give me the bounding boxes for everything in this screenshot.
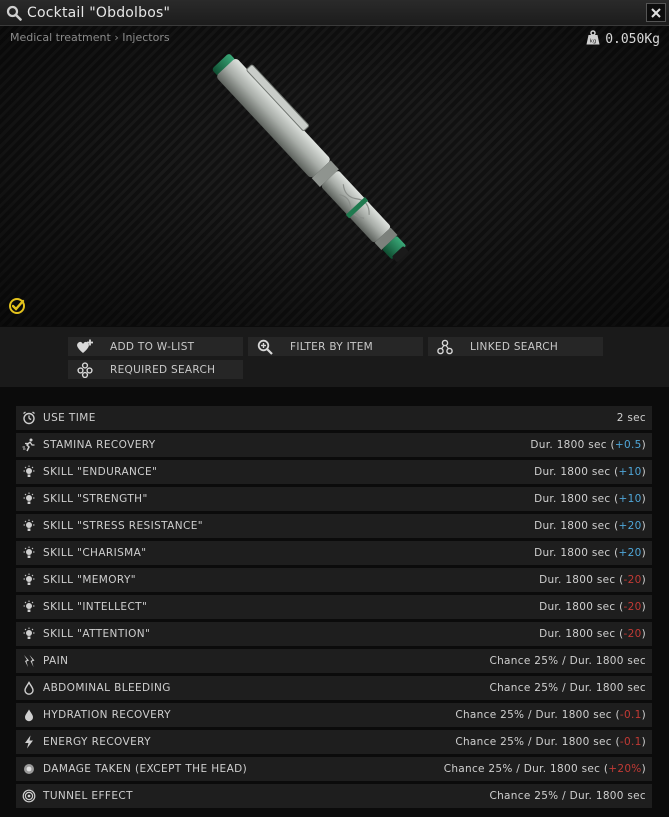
stat-name: SKILL "INTELLECT" xyxy=(43,601,148,613)
stat-name: STAMINA RECOVERY xyxy=(43,439,156,451)
linked-search-button[interactable]: LINKED SEARCH xyxy=(428,337,603,356)
required-search-label: REQUIRED SEARCH xyxy=(110,363,216,376)
filter-by-item-button[interactable]: FILTER BY ITEM xyxy=(248,337,423,356)
add-to-wishlist-label: ADD TO W-LIST xyxy=(110,340,195,353)
stat-value: 2 sec xyxy=(616,412,646,424)
stat-row-pain: PAIN Chance 25% / Dur. 1800 sec xyxy=(16,649,652,673)
stat-name: TUNNEL EFFECT xyxy=(43,790,133,802)
lightning-icon xyxy=(16,735,42,749)
skill-bulb-icon xyxy=(16,573,42,587)
stat-value: Chance 25% / Dur. 1800 sec (-0.1) xyxy=(455,736,646,748)
stat-row-skill-attention: SKILL "ATTENTION" Dur. 1800 sec (-20) xyxy=(16,622,652,646)
stat-name: SKILL "STRESS RESISTANCE" xyxy=(43,520,203,532)
stat-name: ENERGY RECOVERY xyxy=(43,736,151,748)
running-icon xyxy=(16,438,42,452)
tunnel-effect-icon xyxy=(16,789,42,803)
pain-icon xyxy=(16,654,42,668)
add-to-wishlist-button[interactable]: ADD TO W-LIST xyxy=(68,337,243,356)
action-bar: ADD TO W-LIST FILTER BY ITEM LINKED SEAR… xyxy=(0,327,669,387)
stat-name: ABDOMINAL BLEEDING xyxy=(43,682,171,694)
required-search-icon xyxy=(68,361,102,378)
stat-value: Dur. 1800 sec (-20) xyxy=(539,628,646,640)
clock-icon xyxy=(16,411,42,425)
skill-bulb-icon xyxy=(16,600,42,614)
item-preview: Medical treatment › Injectors kg 0.050Kg xyxy=(0,26,669,326)
linked-search-icon xyxy=(428,339,462,355)
stat-value: Chance 25% / Dur. 1800 sec (-0.1) xyxy=(455,709,646,721)
stat-value: Dur. 1800 sec (+20) xyxy=(534,520,646,532)
close-button[interactable] xyxy=(646,3,666,22)
stat-value: Dur. 1800 sec (-20) xyxy=(539,574,646,586)
close-icon xyxy=(651,3,661,22)
required-search-button[interactable]: REQUIRED SEARCH xyxy=(68,360,243,379)
blood-drop-icon xyxy=(16,681,42,695)
skill-bulb-icon xyxy=(16,465,42,479)
linked-search-label: LINKED SEARCH xyxy=(470,340,559,353)
examined-check-icon xyxy=(8,297,26,319)
svg-text:kg: kg xyxy=(590,39,597,45)
damage-icon xyxy=(16,762,42,776)
stat-name: SKILL "CHARISMA" xyxy=(43,547,147,559)
window-title: Cocktail "Obdolbos" xyxy=(27,4,171,21)
stat-name: HYDRATION RECOVERY xyxy=(43,709,171,721)
stat-row-tunnel-effect: TUNNEL EFFECT Chance 25% / Dur. 1800 sec xyxy=(16,784,652,808)
stat-name: SKILL "STRENGTH" xyxy=(43,493,148,505)
stat-row-abdominal-bleeding: ABDOMINAL BLEEDING Chance 25% / Dur. 180… xyxy=(16,676,652,700)
stat-row-use-time: USE TIME 2 sec xyxy=(16,406,652,430)
stat-name: DAMAGE TAKEN (EXCEPT THE HEAD) xyxy=(43,763,248,775)
stat-value: Dur. 1800 sec (+10) xyxy=(534,466,646,478)
filter-by-item-label: FILTER BY ITEM xyxy=(290,340,374,353)
stat-row-hydration-recovery: HYDRATION RECOVERY Chance 25% / Dur. 180… xyxy=(16,703,652,727)
stat-value: Chance 25% / Dur. 1800 sec xyxy=(489,790,646,802)
breadcrumb: Medical treatment › Injectors xyxy=(10,31,170,44)
weight-value: 0.050Kg xyxy=(605,32,660,47)
stat-value: Dur. 1800 sec (+20) xyxy=(534,547,646,559)
stat-value: Chance 25% / Dur. 1800 sec xyxy=(489,682,646,694)
skill-bulb-icon xyxy=(16,519,42,533)
stat-value: Dur. 1800 sec (-20) xyxy=(539,601,646,613)
stat-value: Chance 25% / Dur. 1800 sec xyxy=(489,655,646,667)
stat-row-skill-memory: SKILL "MEMORY" Dur. 1800 sec (-20) xyxy=(16,568,652,592)
stat-row-stamina-recovery: STAMINA RECOVERY Dur. 1800 sec (+0.5) xyxy=(16,433,652,457)
stat-row-skill-stress-resistance: SKILL "STRESS RESISTANCE" Dur. 1800 sec … xyxy=(16,514,652,538)
stat-value: Chance 25% / Dur. 1800 sec (+20%) xyxy=(443,763,646,775)
wishlist-add-icon xyxy=(68,339,102,355)
stat-row-skill-strength: SKILL "STRENGTH" Dur. 1800 sec (+10) xyxy=(16,487,652,511)
stat-value: Dur. 1800 sec (+10) xyxy=(534,493,646,505)
injector-image xyxy=(212,54,409,262)
skill-bulb-icon xyxy=(16,627,42,641)
stat-name: SKILL "MEMORY" xyxy=(43,574,136,586)
filter-search-icon xyxy=(248,339,282,355)
stat-row-skill-intellect: SKILL "INTELLECT" Dur. 1800 sec (-20) xyxy=(16,595,652,619)
item-weight: kg 0.050Kg xyxy=(586,30,660,49)
stat-name: PAIN xyxy=(43,655,69,667)
stat-row-energy-recovery: ENERGY RECOVERY Chance 25% / Dur. 1800 s… xyxy=(16,730,652,754)
stat-name: USE TIME xyxy=(43,412,96,424)
skill-bulb-icon xyxy=(16,546,42,560)
stat-row-damage-taken: DAMAGE TAKEN (EXCEPT THE HEAD) Chance 25… xyxy=(16,757,652,781)
water-drop-icon xyxy=(16,708,42,722)
stat-row-skill-endurance: SKILL "ENDURANCE" Dur. 1800 sec (+10) xyxy=(16,460,652,484)
stat-name: SKILL "ENDURANCE" xyxy=(43,466,158,478)
search-icon xyxy=(4,3,24,23)
weight-icon: kg xyxy=(586,30,600,49)
title-bar[interactable]: Cocktail "Obdolbos" xyxy=(0,0,669,26)
skill-bulb-icon xyxy=(16,492,42,506)
effects-list: USE TIME 2 sec STAMINA RECOVERY Dur. 180… xyxy=(16,406,652,811)
stat-value: Dur. 1800 sec (+0.5) xyxy=(530,439,646,451)
stat-name: SKILL "ATTENTION" xyxy=(43,628,151,640)
stat-row-skill-charisma: SKILL "CHARISMA" Dur. 1800 sec (+20) xyxy=(16,541,652,565)
